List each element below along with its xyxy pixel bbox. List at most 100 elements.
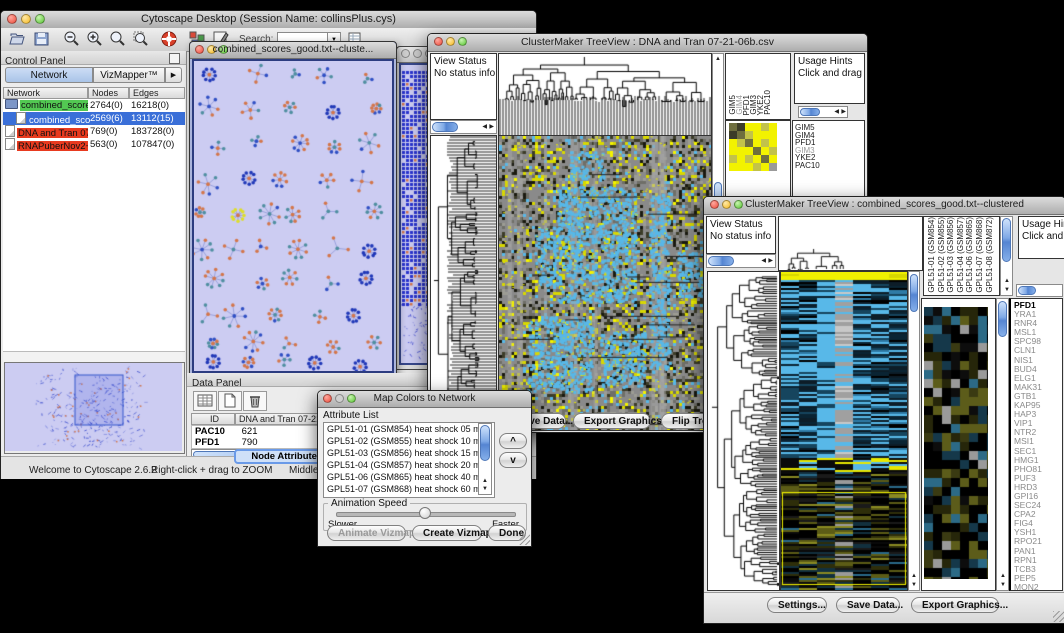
cytoscape-titlebar[interactable]: Cytoscape Desktop (Session Name: collins…: [1, 11, 536, 29]
zoom-out-icon[interactable]: [62, 29, 82, 49]
tv1-global-view[interactable]: [725, 120, 791, 198]
network-table-row[interactable]: DNA and Tran 07 769(0) 183728(0): [3, 125, 185, 138]
tab-vizmapper[interactable]: VizMapper™: [93, 67, 165, 83]
control-panel-title: Control Panel: [1, 56, 66, 67]
attribute-list-item[interactable]: GPL51-01 (GSM854) heat shock 05 min: [324, 423, 494, 435]
control-panel: Control Panel Network VizMapper™ ▶ Netwo…: [1, 51, 187, 456]
network-overview[interactable]: [4, 362, 185, 454]
zoom-in-icon[interactable]: [85, 29, 105, 49]
resize-grip[interactable]: [519, 534, 530, 545]
network-table-row[interactable]: combined_sco 2569(6) 13112(15): [3, 112, 185, 125]
column-header-edges[interactable]: Edges: [129, 87, 185, 99]
network-table: combined_scores 2764(0) 16218(0) combine…: [3, 99, 185, 153]
gene-label[interactable]: MON2: [1014, 583, 1062, 591]
network-icon: [16, 112, 26, 124]
tv2-button-0[interactable]: Settings...: [767, 597, 827, 613]
tv1-column-dendrogram[interactable]: [498, 53, 712, 136]
resize-grip[interactable]: [1053, 611, 1064, 622]
tv2-status-hscrollbar[interactable]: ◀▶: [706, 254, 776, 268]
tv2-heatmap[interactable]: [780, 271, 908, 591]
tv2-gene-list: PFD1YRA1RNR4MSL1SPC98CLN1NIS1BUD4ELG1MAK…: [1009, 298, 1063, 591]
network-table-row[interactable]: RNAPuberNov2+ 563(0) 107847(0): [3, 138, 185, 151]
attribute-list-item[interactable]: GPL51-07 (GSM868) heat shock 60 min: [324, 483, 494, 495]
tv2-zoom-panel: [921, 298, 996, 591]
column-header-network[interactable]: Network: [3, 87, 88, 99]
tv2-button-2[interactable]: Export Graphics...: [911, 597, 999, 613]
tv1-column-labels: GIM5GIM4PFD1GIM3YKE2PAC10: [725, 53, 791, 120]
status-welcome: Welcome to Cytoscape 2.6.2: [29, 465, 157, 476]
network-view-title: combined_scores_good.txt--cluste...: [190, 44, 396, 55]
network-canvas[interactable]: [192, 59, 394, 373]
tv2-row-dendrogram[interactable]: [707, 271, 780, 591]
attribute-list-item[interactable]: GPL51-06 (GSM865) heat shock 40 min: [324, 471, 494, 483]
move-down-button[interactable]: v: [499, 452, 527, 468]
array-label[interactable]: GPL51-01 (GSM854): [927, 217, 937, 293]
trash-icon[interactable]: [243, 391, 267, 411]
data-column-id[interactable]: ID: [191, 413, 235, 425]
minimize-button[interactable]: [413, 49, 422, 58]
tv1-status-hscrollbar[interactable]: ◀▶: [430, 120, 497, 134]
attribute-list-item[interactable]: GPL51-03 (GSM856) heat shock 15 min: [324, 447, 494, 459]
navigator-divider[interactable]: [3, 351, 185, 362]
array-label[interactable]: GPL51-08 (GSM872): [985, 217, 995, 293]
row-label[interactable]: PAC10: [795, 162, 864, 170]
dialog-titlebar[interactable]: Map Colors to Network: [318, 391, 531, 408]
tv2-usage-hscrollbar[interactable]: [1016, 284, 1063, 297]
attribute-list-item[interactable]: GPL51-02 (GSM855) heat shock 10 min: [324, 435, 494, 447]
zoom-selected-icon[interactable]: [131, 29, 151, 49]
move-up-button[interactable]: ^: [499, 433, 527, 449]
network-view-window: combined_scores_good.txt--cluste...: [189, 41, 397, 377]
tv2-column-dendrogram[interactable]: [778, 216, 923, 271]
animation-speed-label: Animation Speed: [328, 498, 410, 509]
attribute-list-scrollbar[interactable]: ▲▼: [478, 423, 492, 495]
treeview2-window: ClusterMaker TreeView : combined_scores_…: [703, 196, 1064, 624]
close-button[interactable]: [401, 49, 410, 58]
map-colors-dialog: Map Colors to Network Attribute List GPL…: [317, 390, 532, 547]
array-label[interactable]: GPL51-06 (GSM865): [965, 217, 975, 293]
treeview1-titlebar[interactable]: ClusterMaker TreeView : DNA and Tran 07-…: [428, 34, 867, 52]
tv2-top-vscrollbar[interactable]: ▲▼: [1000, 216, 1013, 296]
tv2-button-1[interactable]: Save Data...: [836, 597, 900, 613]
network-table-row[interactable]: combined_scores 2764(0) 16218(0): [3, 99, 185, 112]
tv2-usage-hints: Usage Hints Click and: [1018, 216, 1064, 259]
tv1-heatmap[interactable]: [498, 135, 712, 431]
data-panel-title: Data Panel: [187, 378, 241, 389]
help-ring-icon[interactable]: [159, 29, 179, 49]
table-icon[interactable]: [193, 391, 217, 411]
treeview2-titlebar[interactable]: ClusterMaker TreeView : combined_scores_…: [704, 197, 1064, 215]
tv1-button-1[interactable]: Export Graphics...: [573, 413, 651, 429]
array-label[interactable]: GPL51-03 (GSM856): [946, 217, 956, 293]
network-tree-empty-area: [3, 153, 185, 351]
column-label[interactable]: PAC10: [764, 90, 771, 115]
tv1-view-status: View Status No status info f: [430, 53, 497, 120]
dialog-button-1[interactable]: Create Vizmap: [412, 525, 482, 541]
dialog-button-0[interactable]: Animate Vizmap: [327, 525, 406, 541]
network-icon: [5, 125, 15, 137]
attribute-list[interactable]: GPL51-01 (GSM854) heat shock 05 minGPL51…: [323, 422, 495, 498]
attribute-list-item[interactable]: GPL51-04 (GSM857) heat shock 20 min: [324, 459, 494, 471]
new-page-icon[interactable]: [218, 391, 242, 411]
save-icon[interactable]: [32, 29, 52, 49]
array-label[interactable]: GPL51-04 (GSM857): [956, 217, 966, 293]
array-label[interactable]: GPL51-02 (GSM855): [937, 217, 947, 293]
tv1-usage-hscrollbar[interactable]: ◀▶: [798, 106, 848, 118]
tv2-view-status: View Status No status info: [706, 216, 776, 254]
tv1-usage-hints: Usage Hints Click and drag to: [794, 53, 865, 104]
tv1-row-labels: GIM5GIM4PFD1GIM3YKE2PAC10: [792, 120, 865, 198]
tv2-heat-vscrollbar[interactable]: ▲▼: [908, 271, 920, 591]
array-label[interactable]: GPL51-07 (GSM868): [975, 217, 985, 293]
tab-network[interactable]: Network: [5, 67, 93, 83]
column-header-nodes[interactable]: Nodes: [88, 87, 129, 99]
tv2-array-labels: GPL51-01 (GSM854)GPL51-02 (GSM855)GPL51-…: [923, 216, 1000, 296]
network-icon: [5, 138, 15, 150]
animation-slider-thumb[interactable]: [419, 507, 431, 519]
desktop: { "palette": { "desktop_bg": "#000000", …: [0, 0, 1064, 633]
tv2-zoom-vscrollbar[interactable]: ▲▼: [996, 298, 1009, 591]
zoom-actual-icon[interactable]: [108, 29, 128, 49]
status-zoom-hint: Right-click + drag to ZOOM: [151, 465, 272, 476]
tv1-row-dendrogram[interactable]: [430, 135, 497, 431]
window-title: Cytoscape Desktop (Session Name: collins…: [1, 13, 536, 25]
open-file-icon[interactable]: [8, 29, 28, 49]
tab-overflow-arrow[interactable]: ▶: [165, 67, 182, 83]
float-panel-icon[interactable]: [169, 53, 180, 64]
